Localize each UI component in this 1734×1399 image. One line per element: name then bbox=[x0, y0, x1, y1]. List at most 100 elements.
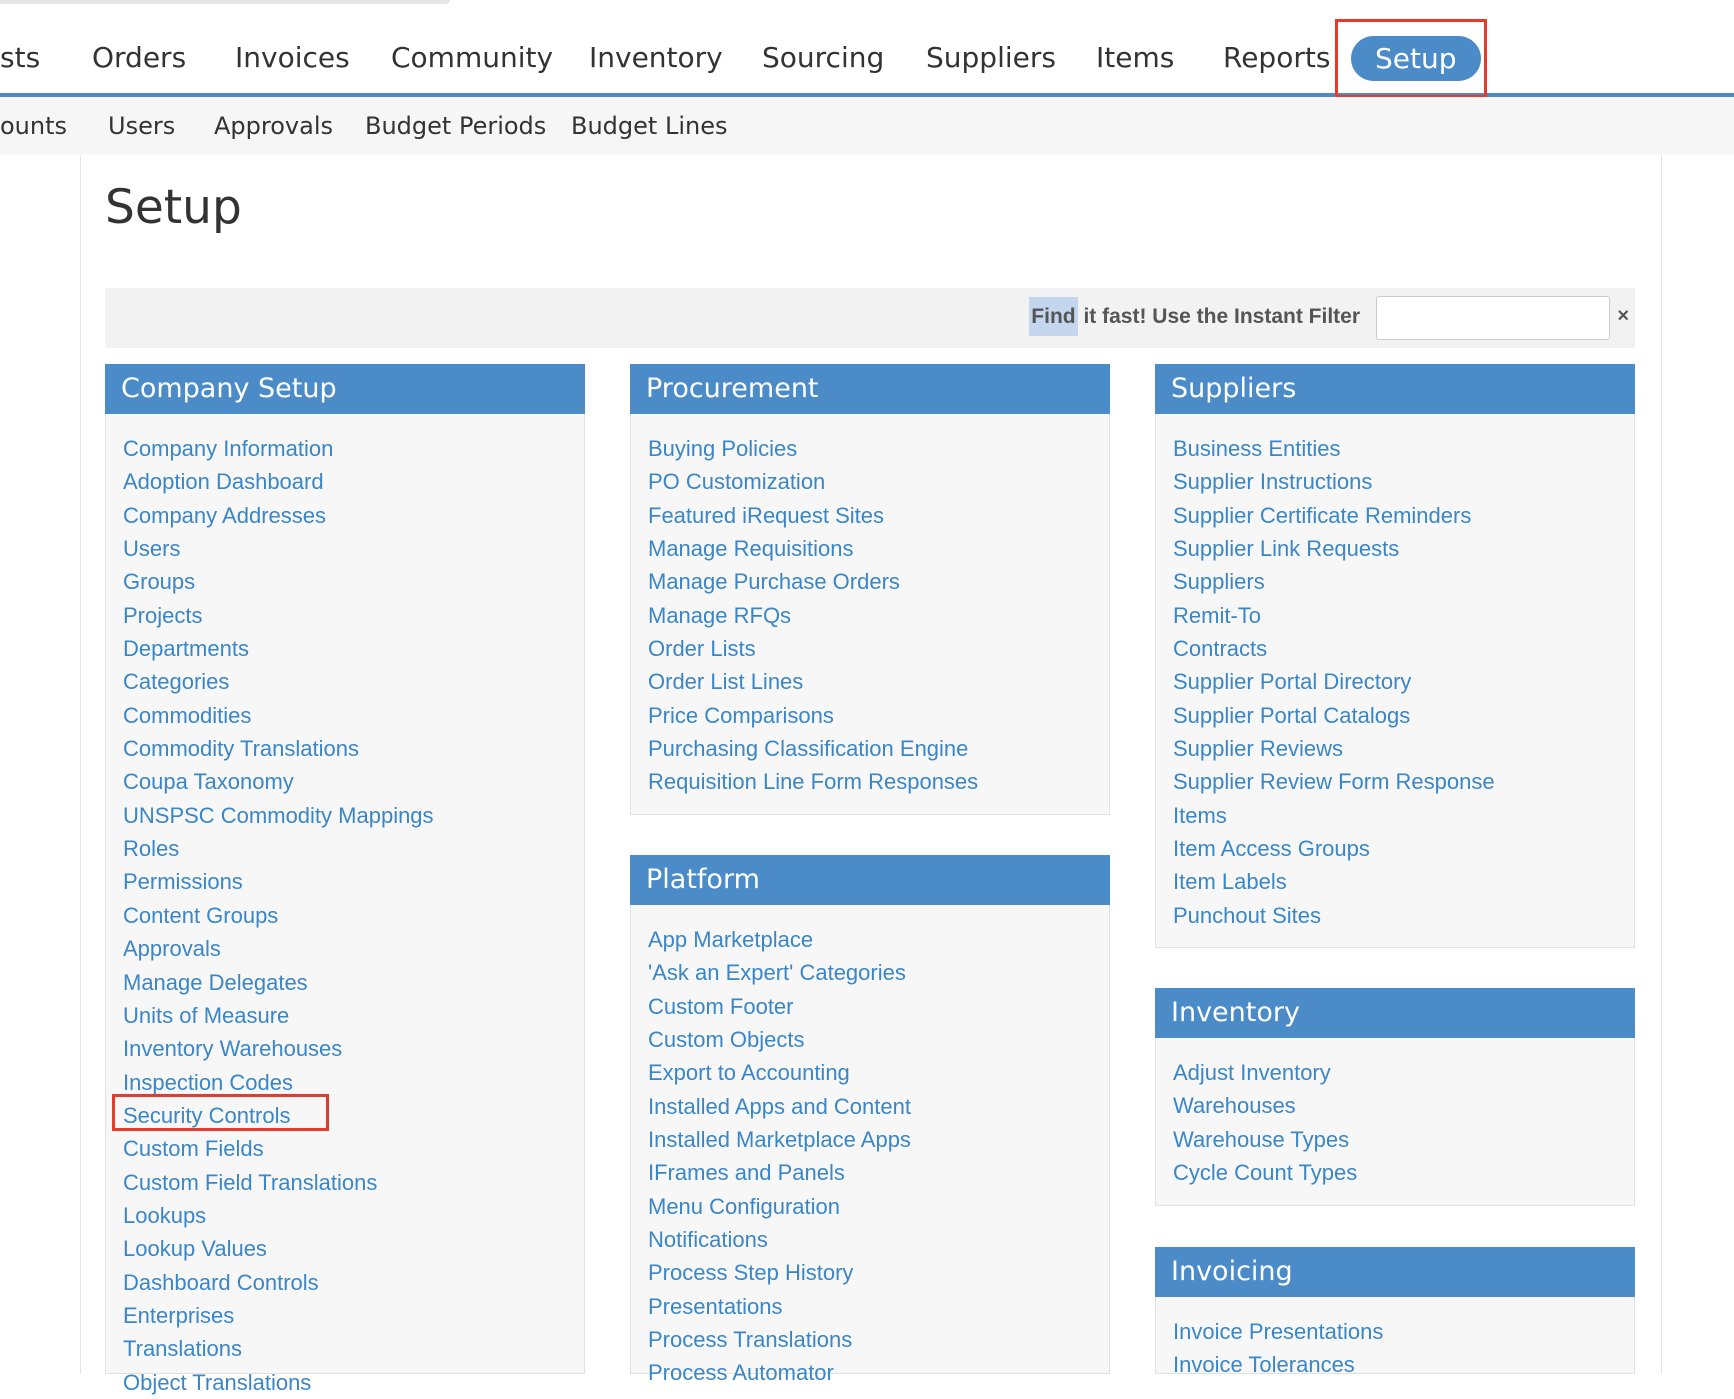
setup-link-categories[interactable]: Categories bbox=[123, 665, 584, 698]
setup-link-label[interactable]: Manage RFQs bbox=[648, 603, 791, 628]
setup-link-lookups[interactable]: Lookups bbox=[123, 1199, 584, 1232]
setup-link-label[interactable]: Price Comparisons bbox=[648, 703, 834, 728]
setup-link-invoice-tolerances[interactable]: Invoice Tolerances bbox=[1173, 1348, 1634, 1381]
setup-link-label[interactable]: Process Step History bbox=[648, 1260, 853, 1285]
setup-link-label[interactable]: Installed Marketplace Apps bbox=[648, 1127, 911, 1152]
setup-link-item-access-groups[interactable]: Item Access Groups bbox=[1173, 832, 1634, 865]
setup-link-label[interactable]: Item Access Groups bbox=[1173, 836, 1370, 861]
nav-item-items[interactable]: Items bbox=[1096, 41, 1174, 74]
setup-link-custom-footer[interactable]: Custom Footer bbox=[648, 990, 1109, 1023]
setup-link-label[interactable]: IFrames and Panels bbox=[648, 1160, 845, 1185]
setup-link-label[interactable]: Item Labels bbox=[1173, 869, 1287, 894]
setup-link-permissions[interactable]: Permissions bbox=[123, 865, 584, 898]
setup-link-label[interactable]: Installed Apps and Content bbox=[648, 1094, 911, 1119]
setup-link-requisition-line-form-responses[interactable]: Requisition Line Form Responses bbox=[648, 765, 1109, 798]
setup-link-warehouses[interactable]: Warehouses bbox=[1173, 1089, 1634, 1122]
setup-link-label[interactable]: Remit-To bbox=[1173, 603, 1261, 628]
setup-link-label[interactable]: Supplier Reviews bbox=[1173, 736, 1343, 761]
setup-link-label[interactable]: Contracts bbox=[1173, 636, 1267, 661]
setup-link-label[interactable]: Process Automator bbox=[648, 1360, 834, 1385]
setup-link-warehouse-types[interactable]: Warehouse Types bbox=[1173, 1123, 1634, 1156]
setup-link-menu-configuration[interactable]: Menu Configuration bbox=[648, 1190, 1109, 1223]
setup-link-supplier-portal-catalogs[interactable]: Supplier Portal Catalogs bbox=[1173, 699, 1634, 732]
nav-item-sourcing[interactable]: Sourcing bbox=[762, 41, 884, 74]
setup-link-punchout-sites[interactable]: Punchout Sites bbox=[1173, 899, 1634, 932]
setup-link-label[interactable]: Dashboard Controls bbox=[123, 1270, 319, 1295]
setup-link-label[interactable]: Requisition Line Form Responses bbox=[648, 769, 978, 794]
setup-link-label[interactable]: Manage Requisitions bbox=[648, 536, 853, 561]
setup-link-label[interactable]: Process Translations bbox=[648, 1327, 852, 1352]
setup-link-content-groups[interactable]: Content Groups bbox=[123, 899, 584, 932]
setup-link-custom-fields[interactable]: Custom Fields bbox=[123, 1132, 584, 1165]
subnav-item-approvals[interactable]: Approvals bbox=[214, 112, 333, 140]
nav-item-reports[interactable]: Reports bbox=[1223, 41, 1330, 74]
setup-link-iframes-and-panels[interactable]: IFrames and Panels bbox=[648, 1156, 1109, 1189]
setup-link-label[interactable]: Manage Purchase Orders bbox=[648, 569, 900, 594]
setup-link-projects[interactable]: Projects bbox=[123, 599, 584, 632]
setup-link-label[interactable]: Supplier Certificate Reminders bbox=[1173, 503, 1471, 528]
setup-link-label[interactable]: Items bbox=[1173, 803, 1227, 828]
setup-link-groups[interactable]: Groups bbox=[123, 565, 584, 598]
setup-link-presentations[interactable]: Presentations bbox=[648, 1290, 1109, 1323]
setup-link-label[interactable]: Commodity Translations bbox=[123, 736, 359, 761]
setup-link-label[interactable]: Roles bbox=[123, 836, 179, 861]
setup-link-label[interactable]: Custom Field Translations bbox=[123, 1170, 377, 1195]
setup-link-label[interactable]: Supplier Link Requests bbox=[1173, 536, 1399, 561]
setup-link-supplier-instructions[interactable]: Supplier Instructions bbox=[1173, 465, 1634, 498]
setup-link-units-of-measure[interactable]: Units of Measure bbox=[123, 999, 584, 1032]
nav-item-requests[interactable]: sts bbox=[0, 41, 40, 74]
setup-link-item-labels[interactable]: Item Labels bbox=[1173, 865, 1634, 898]
setup-link-manage-rfqs[interactable]: Manage RFQs bbox=[648, 599, 1109, 632]
setup-link-supplier-portal-directory[interactable]: Supplier Portal Directory bbox=[1173, 665, 1634, 698]
setup-link-label[interactable]: Groups bbox=[123, 569, 195, 594]
setup-link-label[interactable]: Punchout Sites bbox=[1173, 903, 1321, 928]
setup-link-suppliers[interactable]: Suppliers bbox=[1173, 565, 1634, 598]
setup-link-object-translations[interactable]: Object Translations bbox=[123, 1366, 584, 1399]
setup-link-unspsc-commodity-mappings[interactable]: UNSPSC Commodity Mappings bbox=[123, 799, 584, 832]
setup-link-label[interactable]: Export to Accounting bbox=[648, 1060, 850, 1085]
setup-link-process-step-history[interactable]: Process Step History bbox=[648, 1256, 1109, 1289]
setup-link-label[interactable]: Permissions bbox=[123, 869, 243, 894]
setup-link-remit-to[interactable]: Remit-To bbox=[1173, 599, 1634, 632]
subnav-item-accounts[interactable]: ounts bbox=[0, 112, 67, 140]
setup-link-process-translations[interactable]: Process Translations bbox=[648, 1323, 1109, 1356]
setup-link-commodity-translations[interactable]: Commodity Translations bbox=[123, 732, 584, 765]
subnav-item-budget-lines[interactable]: Budget Lines bbox=[571, 112, 727, 140]
nav-item-invoices[interactable]: Invoices bbox=[235, 41, 350, 74]
setup-link-manage-purchase-orders[interactable]: Manage Purchase Orders bbox=[648, 565, 1109, 598]
setup-link-lookup-values[interactable]: Lookup Values bbox=[123, 1232, 584, 1265]
setup-link-label[interactable]: Lookup Values bbox=[123, 1236, 267, 1261]
nav-item-community[interactable]: Community bbox=[391, 41, 553, 74]
setup-link-coupa-taxonomy[interactable]: Coupa Taxonomy bbox=[123, 765, 584, 798]
setup-link-translations[interactable]: Translations bbox=[123, 1332, 584, 1365]
setup-link-dashboard-controls[interactable]: Dashboard Controls bbox=[123, 1266, 584, 1299]
setup-link-order-lists[interactable]: Order Lists bbox=[648, 632, 1109, 665]
setup-link-featured-irequest-sites[interactable]: Featured iRequest Sites bbox=[648, 499, 1109, 532]
setup-link-label[interactable]: 'Ask an Expert' Categories bbox=[648, 960, 906, 985]
setup-link-app-marketplace[interactable]: App Marketplace bbox=[648, 923, 1109, 956]
setup-link-label[interactable]: Order Lists bbox=[648, 636, 756, 661]
setup-link-buying-policies[interactable]: Buying Policies bbox=[648, 432, 1109, 465]
setup-link-label[interactable]: Custom Fields bbox=[123, 1136, 264, 1161]
setup-link-label[interactable]: Coupa Taxonomy bbox=[123, 769, 294, 794]
setup-link-label[interactable]: Supplier Portal Catalogs bbox=[1173, 703, 1410, 728]
setup-link-label[interactable]: Approvals bbox=[123, 936, 221, 961]
instant-filter-input[interactable] bbox=[1376, 296, 1610, 340]
setup-link-users[interactable]: Users bbox=[123, 532, 584, 565]
setup-link-manage-delegates[interactable]: Manage Delegates bbox=[123, 966, 584, 999]
subnav-item-budget-periods[interactable]: Budget Periods bbox=[365, 112, 546, 140]
setup-link-label[interactable]: Translations bbox=[123, 1336, 242, 1361]
setup-link-purchasing-classification-engine[interactable]: Purchasing Classification Engine bbox=[648, 732, 1109, 765]
setup-link-business-entities[interactable]: Business Entities bbox=[1173, 432, 1634, 465]
setup-link-invoice-presentations[interactable]: Invoice Presentations bbox=[1173, 1315, 1634, 1348]
setup-link-inspection-codes[interactable]: Inspection Codes bbox=[123, 1066, 584, 1099]
setup-link-supplier-link-requests[interactable]: Supplier Link Requests bbox=[1173, 532, 1634, 565]
setup-link-adjust-inventory[interactable]: Adjust Inventory bbox=[1173, 1056, 1634, 1089]
setup-link-label[interactable]: Supplier Review Form Response bbox=[1173, 769, 1495, 794]
setup-link-label[interactable]: Buying Policies bbox=[648, 436, 797, 461]
setup-link-label[interactable]: Units of Measure bbox=[123, 1003, 289, 1028]
setup-link-ask-an-expert-categories[interactable]: 'Ask an Expert' Categories bbox=[648, 956, 1109, 989]
setup-link-adoption-dashboard[interactable]: Adoption Dashboard bbox=[123, 465, 584, 498]
setup-link-label[interactable]: Inspection Codes bbox=[123, 1070, 293, 1095]
setup-link-label[interactable]: Lookups bbox=[123, 1203, 206, 1228]
